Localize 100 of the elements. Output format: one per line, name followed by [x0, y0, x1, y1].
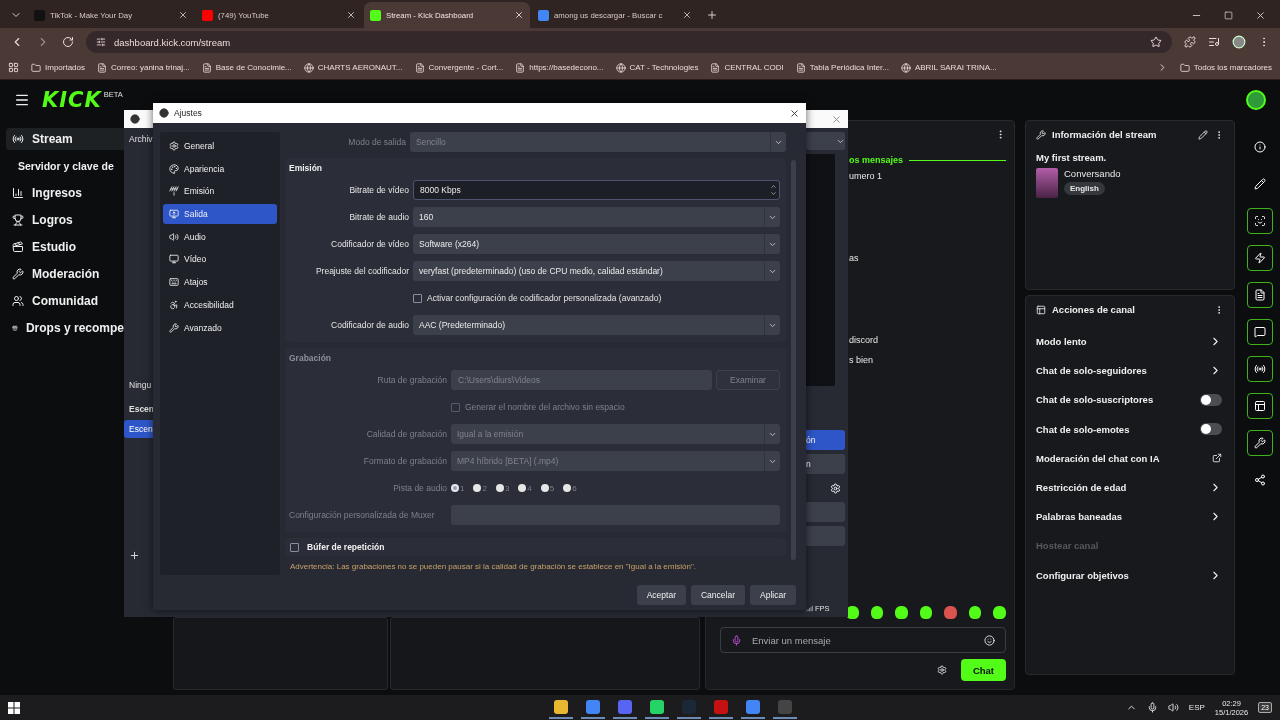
checkbox[interactable]: [290, 542, 299, 552]
profile-avatar[interactable]: [1232, 35, 1246, 49]
new-tab-icon[interactable]: [706, 9, 718, 21]
bookmark[interactable]: Importados: [31, 62, 86, 73]
user-avatar[interactable]: [1246, 90, 1266, 110]
bookmark[interactable]: https://basedecono...: [515, 62, 604, 73]
close-icon[interactable]: [178, 10, 188, 20]
bookmark[interactable]: Todos los marcadores: [1179, 62, 1272, 73]
lightning-icon[interactable]: [1247, 245, 1273, 271]
language-indicator[interactable]: ESP: [1188, 703, 1205, 712]
category-item[interactable]: General: [163, 136, 277, 156]
channel-action[interactable]: Palabras baneadas: [1036, 502, 1224, 532]
toggle-switch[interactable]: [1200, 423, 1222, 436]
dialog-button[interactable]: Aplicar: [750, 585, 796, 605]
dropdown[interactable]: 160: [413, 207, 780, 227]
category-item[interactable]: Accesibilidad: [163, 294, 277, 315]
add-icon[interactable]: [129, 550, 140, 561]
emote-icon[interactable]: [919, 606, 933, 619]
category-item[interactable]: Emisión: [163, 181, 277, 202]
bookmark[interactable]: CAT - Technologies: [615, 62, 699, 73]
emote-icon[interactable]: [993, 606, 1007, 619]
bookmark[interactable]: Convergente - Cort...: [414, 62, 504, 73]
chat-button[interactable]: Chat: [960, 659, 1006, 681]
address-bar[interactable]: dashboard.kick.com/stream: [86, 31, 1172, 53]
chat-message: umero 1: [849, 171, 883, 181]
checkbox[interactable]: [413, 293, 422, 303]
face-scan-icon[interactable]: [1247, 208, 1273, 234]
number-field[interactable]: 8000 Kbps: [413, 180, 780, 200]
channel-action[interactable]: Chat de solo-seguidores: [1036, 356, 1224, 386]
nav-item[interactable]: Moderación: [6, 263, 124, 285]
nav-item[interactable]: Estudio: [6, 236, 124, 258]
message-field[interactable]: Enviar un mensaje: [720, 627, 1006, 653]
dropdown[interactable]: AAC (Predeterminado): [413, 315, 780, 335]
channel-action[interactable]: Chat de solo-emotes: [1036, 414, 1224, 444]
speaker-icon[interactable]: [1167, 702, 1179, 713]
star-icon[interactable]: [1150, 36, 1162, 48]
site-info-icon[interactable]: [96, 37, 106, 47]
pencil-icon[interactable]: [1198, 129, 1208, 140]
maximize-icon[interactable]: [1224, 10, 1233, 20]
document-icon[interactable]: [1247, 282, 1273, 308]
nav-item[interactable]: Stream: [6, 128, 124, 150]
channel-action[interactable]: Moderación del chat con IA: [1036, 443, 1224, 473]
category-item[interactable]: Avanzado: [163, 317, 277, 338]
close-icon[interactable]: [1255, 9, 1266, 21]
close-icon[interactable]: [346, 10, 356, 20]
reload-icon[interactable]: [62, 36, 74, 48]
nav-item[interactable]: Drops y recompe: [6, 317, 124, 339]
bookmark[interactable]: CHARTS AERONAUT...: [303, 62, 403, 73]
category-item[interactable]: Audio: [163, 226, 277, 247]
windows-icon[interactable]: [8, 701, 20, 714]
radio-label: 3: [504, 483, 510, 493]
scene-item[interactable]: Escen: [124, 420, 153, 438]
close-icon[interactable]: [789, 107, 800, 119]
dropdown[interactable]: veryfast (predeterminado) (uso de CPU medio, calidad estándar): [413, 261, 780, 281]
control-button[interactable]: n: [806, 454, 845, 474]
category-item[interactable]: Vídeo: [163, 249, 277, 270]
apps-icon[interactable]: [8, 62, 19, 73]
menu-icon[interactable]: [14, 92, 30, 108]
wrench-icon: [12, 268, 24, 280]
checkbox-label: Activar configuración de codificador personalizada (avanzado): [427, 293, 662, 303]
bookmark[interactable]: ABRIL SARAI TRINA...: [900, 62, 997, 73]
control-button[interactable]: ón: [806, 430, 845, 450]
channel-action[interactable]: Modo lento: [1036, 327, 1224, 357]
category-item[interactable]: Atajos: [163, 272, 277, 293]
broadcast-icon[interactable]: [1247, 356, 1273, 382]
bookmark[interactable]: Correo: yanina trinaj...: [97, 62, 190, 73]
emote-icon[interactable]: [968, 606, 982, 619]
channel-action[interactable]: Restricción de edad: [1036, 472, 1224, 503]
bookmark[interactable]: Base de Conocimie...: [201, 62, 292, 73]
settings-icon[interactable]: [936, 665, 947, 675]
dialog-button[interactable]: Cancelar: [691, 585, 745, 605]
puzzle-icon[interactable]: [1184, 36, 1196, 48]
nav-item[interactable]: Comunidad: [6, 290, 124, 312]
dropdown[interactable]: Software (x264): [413, 234, 780, 254]
radio-label: 1: [460, 483, 465, 493]
app-logo-icon: [130, 114, 140, 124]
bookmark[interactable]: Tabla Periódica Inter...: [795, 62, 889, 73]
kick-logo[interactable]: KICK: [42, 88, 102, 112]
dialog-button[interactable]: Aceptar: [636, 585, 686, 605]
channel-action[interactable]: Chat de solo-suscriptores: [1036, 385, 1224, 415]
emote-icon[interactable]: [895, 606, 908, 619]
toggle-switch[interactable]: [1200, 393, 1222, 406]
chat-icon[interactable]: [1247, 319, 1273, 345]
emote-icon[interactable]: [870, 606, 884, 619]
wrench-icon[interactable]: [1247, 430, 1273, 456]
nav-item[interactable]: Servidor y clave de: [6, 155, 124, 177]
emoji-icon[interactable]: [984, 634, 995, 646]
nav-item[interactable]: Ingresos: [6, 182, 124, 204]
layout-icon[interactable]: [1247, 393, 1273, 419]
close-icon[interactable]: [682, 10, 692, 20]
media-icon[interactable]: [1208, 36, 1220, 48]
mic-icon[interactable]: [1146, 702, 1158, 713]
bookmark[interactable]: CENTRAL CODI: [710, 62, 784, 73]
category-item[interactable]: Salida: [163, 204, 277, 225]
category-item[interactable]: Apariencia: [163, 158, 277, 179]
channel-action[interactable]: Configurar objetivos: [1036, 560, 1224, 590]
nav-item[interactable]: Logros: [6, 209, 124, 231]
menu-item[interactable]: Archiv: [124, 134, 153, 144]
scrollbar[interactable]: [791, 160, 796, 560]
close-icon[interactable]: [514, 10, 524, 20]
